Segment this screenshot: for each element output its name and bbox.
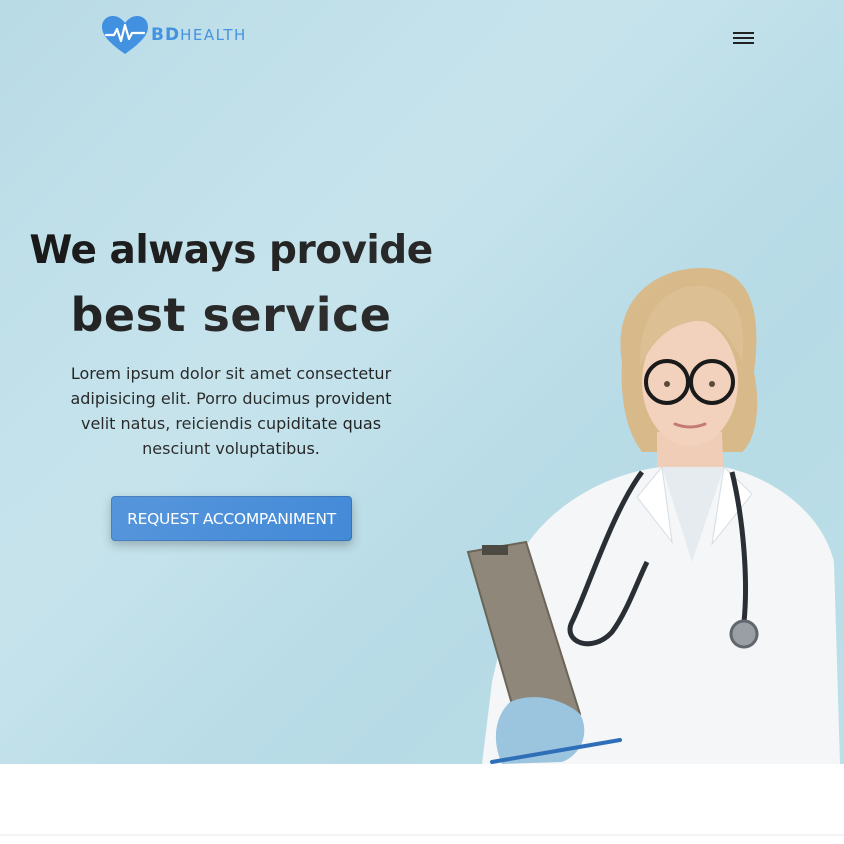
divider xyxy=(0,834,844,836)
hero-subtitle: best service xyxy=(70,288,392,342)
menu-bar xyxy=(733,42,754,44)
hero-description: Lorem ipsum dolor sit amet consectetur a… xyxy=(70,364,392,458)
hero-section: BDHEALTH We always provide best service … xyxy=(0,0,844,764)
menu-bar xyxy=(733,32,754,34)
brand-name-rest: HEALTH xyxy=(180,25,247,44)
doctor-illustration xyxy=(466,268,840,764)
brand-name: BDHEALTH xyxy=(151,24,247,45)
request-accompaniment-button[interactable]: REQUEST ACCOMPANIMENT xyxy=(111,496,352,541)
content-section xyxy=(0,764,844,844)
brand-logo[interactable]: BDHEALTH xyxy=(101,15,247,55)
heart-pulse-icon xyxy=(102,16,148,54)
hero-title: We always provide xyxy=(29,228,433,273)
menu-bar xyxy=(733,37,754,39)
hamburger-menu-icon[interactable] xyxy=(733,32,755,46)
brand-name-bold: BD xyxy=(151,24,181,45)
